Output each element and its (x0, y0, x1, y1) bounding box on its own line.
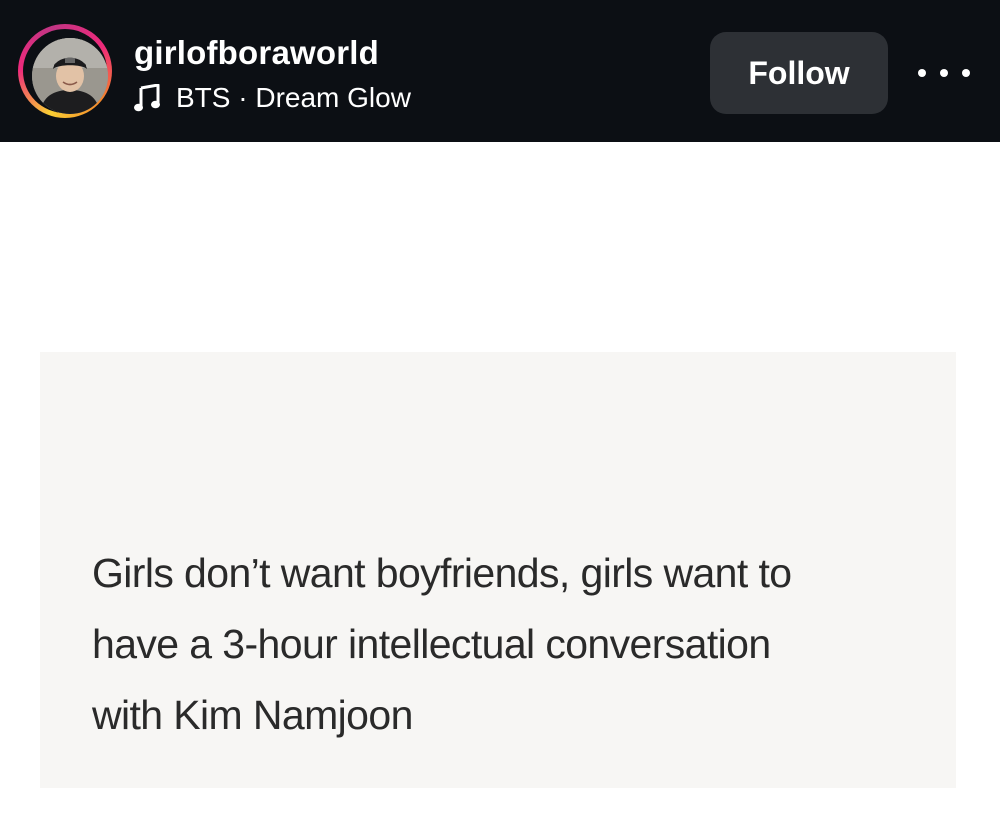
music-artist: BTS (176, 82, 231, 113)
more-dot (962, 69, 970, 77)
more-options-icon[interactable] (918, 58, 970, 88)
more-dot (940, 69, 948, 77)
meme-line: with Kim Namjoon (92, 692, 413, 738)
meme-line: have a 3-hour intellectual conversation (92, 621, 771, 667)
story-ring[interactable] (18, 24, 112, 118)
follow-button[interactable]: Follow (710, 32, 888, 114)
meme-line: Girls don’t want boyfriends, girls want … (92, 550, 792, 596)
avatar-image (32, 38, 108, 114)
music-info[interactable]: BTS · Dream Glow (134, 80, 411, 116)
username[interactable]: girlofboraworld (134, 34, 379, 72)
avatar-gap (23, 29, 108, 114)
post-header: girlofboraworld BTS · Dream Glow Follow (0, 0, 1000, 142)
music-song: Dream Glow (255, 82, 411, 113)
more-dot (918, 69, 926, 77)
music-separator: · (230, 82, 256, 113)
music-note-icon (134, 84, 160, 112)
meme-text: Girls don’t want boyfriends, girls want … (92, 538, 952, 751)
avatar[interactable] (32, 38, 108, 114)
